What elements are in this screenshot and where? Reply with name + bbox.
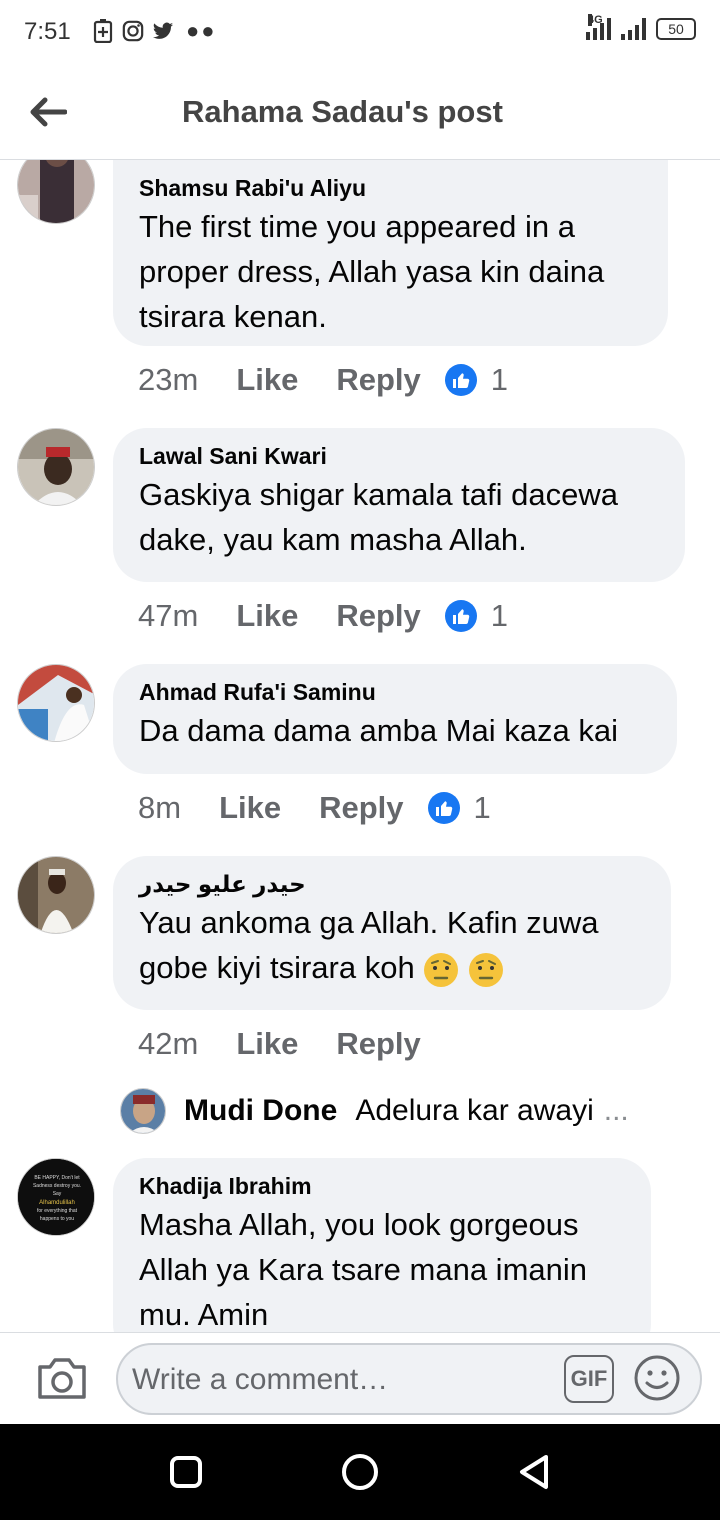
- like-button[interactable]: Like: [219, 790, 281, 826]
- reaction-count[interactable]: 1: [474, 790, 491, 826]
- comment-bubble[interactable]: Lawal Sani Kwari Gaskiya shigar kamala t…: [113, 428, 685, 582]
- svg-text:Alhamdulillah: Alhamdulillah: [39, 1200, 75, 1206]
- comment-text-row: Yau ankoma ga Allah. Kafin zuwa gobe kiy…: [139, 900, 645, 990]
- app-header: Rahama Sadau's post: [0, 64, 720, 160]
- comment-actions: 42m Like Reply: [138, 1026, 421, 1062]
- comment-actions: 8m Like Reply 1: [138, 790, 491, 826]
- comment-author[interactable]: Lawal Sani Kwari: [139, 440, 659, 472]
- emoji-picker-icon[interactable]: [632, 1353, 682, 1403]
- arrow-left-icon: [30, 97, 67, 127]
- reply-preview[interactable]: Mudi Done Adelura kar awayi ...: [120, 1088, 629, 1134]
- system-navigation-bar: [0, 1424, 720, 1520]
- comment-composer: GIF: [0, 1332, 720, 1424]
- comment-bubble[interactable]: Khadija Ibrahim Masha Allah, you look go…: [113, 1158, 651, 1332]
- page-title: Rahama Sadau's post: [182, 94, 503, 129]
- svg-text:Sadness destroy you.: Sadness destroy you.: [33, 1183, 81, 1189]
- svg-text:Say: Say: [53, 1191, 62, 1197]
- status-time: 7:51: [24, 18, 71, 45]
- avatar[interactable]: [17, 428, 95, 506]
- svg-text:happens to you: happens to you: [40, 1216, 74, 1222]
- like-button[interactable]: Like: [236, 1026, 298, 1062]
- comment-actions: 23m Like Reply 1: [138, 362, 508, 398]
- thumbs-up-icon[interactable]: [444, 364, 477, 396]
- comment-bubble[interactable]: Shamsu Rabi'u Aliyu The first time you a…: [113, 160, 668, 346]
- reply-avatar[interactable]: [120, 1088, 166, 1134]
- comment-time[interactable]: 23m: [138, 362, 198, 398]
- comment-time[interactable]: 8m: [138, 790, 181, 826]
- comment-author[interactable]: Shamsu Rabi'u Aliyu: [139, 172, 642, 204]
- reply-author[interactable]: Mudi Done: [184, 1094, 337, 1128]
- signal-4g-icon: 4G: [586, 14, 611, 40]
- back-nav-icon[interactable]: [514, 1452, 554, 1492]
- thumbs-up-icon[interactable]: [427, 792, 460, 824]
- like-button[interactable]: Like: [236, 598, 298, 634]
- comments-list[interactable]: Shamsu Rabi'u Aliyu The first time you a…: [0, 160, 720, 1332]
- comment-author[interactable]: حيدر عليو حيدر: [139, 868, 645, 900]
- comment-time[interactable]: 47m: [138, 598, 198, 634]
- thumbs-up-icon[interactable]: [444, 600, 477, 632]
- like-button[interactable]: Like: [236, 362, 298, 398]
- recent-apps-icon[interactable]: [166, 1452, 206, 1492]
- gif-button[interactable]: GIF: [564, 1355, 614, 1403]
- status-bar: 7:51 ●● 4G 50: [0, 0, 720, 64]
- comment-actions: 47m Like Reply 1: [138, 598, 508, 634]
- comment-bubble[interactable]: Ahmad Rufa'i Saminu Da dama dama amba Ma…: [113, 664, 677, 774]
- reply-button[interactable]: Reply: [319, 790, 403, 826]
- avatar[interactable]: [17, 160, 95, 224]
- avatar[interactable]: [17, 664, 95, 742]
- back-button[interactable]: [24, 88, 72, 136]
- svg-text:for everything that: for everything that: [37, 1208, 78, 1214]
- comment-text: Gaskiya shigar kamala tafi dacewa dake, …: [139, 477, 619, 557]
- signal-icon: [621, 16, 646, 40]
- avatar[interactable]: BE HAPPY, Don't let Sadness destroy you. S…: [17, 1158, 95, 1236]
- camera-icon[interactable]: [36, 1355, 88, 1401]
- reply-button[interactable]: Reply: [336, 1026, 420, 1062]
- home-icon[interactable]: [340, 1452, 380, 1492]
- comment-input-container[interactable]: GIF: [116, 1343, 702, 1415]
- reply-button[interactable]: Reply: [336, 598, 420, 634]
- comment-author[interactable]: Khadija Ibrahim: [139, 1170, 625, 1202]
- reply-button[interactable]: Reply: [336, 362, 420, 398]
- twitter-icon: [152, 22, 174, 39]
- comment-text: Masha Allah, you look gorgeous Allah ya …: [139, 1207, 588, 1332]
- more-notifications-icon: ●●: [186, 18, 217, 43]
- comment-input[interactable]: [132, 1357, 552, 1403]
- battery-icon: 50: [656, 18, 696, 40]
- reaction-count[interactable]: 1: [491, 598, 508, 634]
- svg-text:BE HAPPY, Don't let: BE HAPPY, Don't let: [34, 1175, 80, 1181]
- instagram-icon: [122, 20, 144, 42]
- raised-eyebrow-emoji-icon: [468, 952, 503, 987]
- reply-ellipsis: ...: [603, 1094, 629, 1127]
- battery-saver-icon: [93, 19, 113, 43]
- reply-text: Adelura kar awayi: [355, 1094, 594, 1127]
- comment-text: Da dama dama amba Mai kaza kai: [139, 713, 619, 748]
- system-icons: 4G 50: [586, 14, 696, 40]
- comment-time[interactable]: 42m: [138, 1026, 198, 1062]
- comment-author[interactable]: Ahmad Rufa'i Saminu: [139, 676, 651, 708]
- reaction-count[interactable]: 1: [491, 362, 508, 398]
- comment-text: The first time you appeared in a proper …: [139, 209, 605, 334]
- comment-text: Yau ankoma ga Allah. Kafin zuwa gobe kiy…: [139, 905, 599, 985]
- comment-bubble[interactable]: حيدر عليو حيدر Yau ankoma ga Allah. Kafi…: [113, 856, 671, 1010]
- avatar[interactable]: [17, 856, 95, 934]
- notification-icons: ●●: [92, 18, 217, 44]
- raised-eyebrow-emoji-icon: [424, 952, 459, 987]
